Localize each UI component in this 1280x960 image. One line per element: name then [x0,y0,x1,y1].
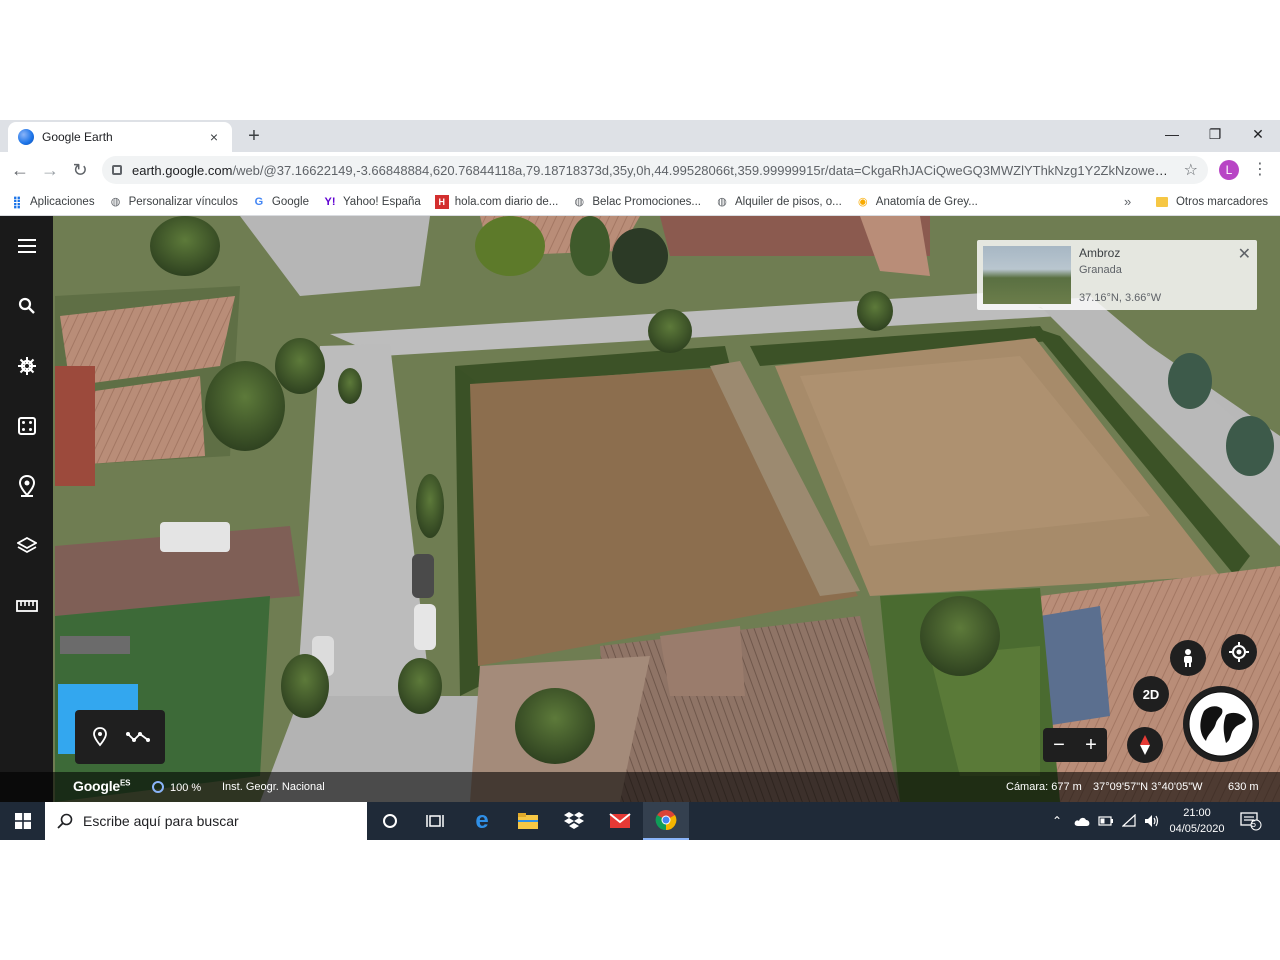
search-placeholder: Escribe aquí para buscar [83,813,239,829]
yahoo-icon: Y! [324,195,336,208]
globe-icon: ◍ [110,195,121,208]
place-name: Ambroz [1079,246,1121,260]
zoom-out-button[interactable]: − [1053,734,1065,757]
chrome-taskbar-icon[interactable] [643,802,689,840]
pegman-street-view-icon[interactable] [1170,640,1206,676]
feeling-lucky-dice-icon[interactable] [12,411,42,441]
loading-progress: 100 % [152,781,201,794]
action-center-icon[interactable]: 5 [1240,802,1262,840]
drawing-toolbar [75,710,165,764]
place-region: Granada [1079,264,1122,276]
tab-title: Google Earth [42,130,113,144]
browser-tab[interactable]: Google Earth × [8,122,232,152]
close-window-button[interactable]: ✕ [1236,120,1280,148]
apps-grid-icon: ⣿ [12,194,22,209]
show-hidden-icons-chevron[interactable]: ⌃ [1052,814,1062,828]
search-icon[interactable] [12,291,42,321]
fan-site-icon: ◉ [857,195,868,208]
zoom-control: − + [1043,728,1107,762]
notification-count: 5 [1251,819,1257,829]
edge-browser-icon[interactable]: e [459,802,505,840]
cortana-circle-icon[interactable] [367,802,413,840]
profile-avatar[interactable]: L [1219,160,1239,180]
voyager-helm-icon[interactable] [12,351,42,381]
toggle-2d-button[interactable]: 2D [1133,676,1169,712]
bookmark-alquiler[interactable]: ◍ Alquiler de pisos, o... [715,195,842,209]
back-arrow-icon[interactable]: ← [8,158,32,182]
bookmark-google[interactable]: G Google [252,195,309,209]
restore-button[interactable]: ❐ [1193,120,1237,148]
bookmark-yahoo[interactable]: Y! Yahoo! España [323,195,420,209]
bookmarks-overflow-chevron[interactable]: » [1124,188,1131,216]
earth-side-toolbar [0,216,53,802]
google-g-icon: G [254,195,264,208]
my-location-icon[interactable] [1221,634,1257,670]
bookmark-belac[interactable]: ◍ Belac Promociones... [572,195,701,209]
earth-3d-view[interactable]: Ambroz Granada 37.16°N, 3.66°W ✕ 2D − + [0,216,1280,802]
dropbox-icon[interactable] [551,802,597,840]
lock-icon [112,165,122,175]
progress-ring-icon [152,781,164,793]
map-style-layers-icon[interactable] [12,531,42,561]
compass-icon[interactable] [1127,727,1163,763]
address-bar[interactable]: earth.google.com/web/@37.16622149,-3.668… [102,156,1208,184]
camera-altitude: Cámara: 677 m [1006,781,1082,793]
volume-icon[interactable] [1144,814,1160,828]
url-text: earth.google.com/web/@37.16622149,-3.668… [132,162,1176,178]
hola-icon: H [434,194,449,209]
draw-line-icon[interactable] [125,724,151,750]
close-card-icon[interactable]: ✕ [1238,244,1251,264]
new-tab-button[interactable]: + [242,124,266,148]
bookmark-aplicaciones[interactable]: ⣿ Aplicaciones [10,194,94,209]
bookmark-anatomia[interactable]: ◉ Anatomía de Grey... [856,195,978,209]
wifi-icon[interactable] [1122,814,1138,828]
bookmark-star-icon[interactable]: ☆ [1184,160,1198,180]
ground-elevation: 630 m [1228,781,1259,793]
task-view-icon[interactable] [412,802,458,840]
windows-start-icon[interactable] [0,802,45,840]
forward-arrow-icon[interactable]: → [38,158,62,182]
tab-close-icon[interactable]: × [206,129,222,145]
onedrive-cloud-icon[interactable] [1074,816,1090,826]
browser-toolbar: ← → ↻ earth.google.com/web/@37.16622149,… [0,152,1280,188]
menu-hamburger-icon[interactable] [12,231,42,261]
minimize-button[interactable]: — [1150,120,1194,148]
place-thumbnail[interactable] [983,246,1071,304]
screenshot: Google Earth × + — ❐ ✕ ← → ↻ earth.googl… [0,120,1280,840]
other-bookmarks[interactable]: Otros marcadores [1155,188,1268,216]
measure-ruler-icon[interactable] [12,591,42,621]
taskbar-clock[interactable]: 21:00 04/05/2020 [1166,805,1228,837]
earth-status-bar: GoogleES 100 % Inst. Geogr. Nacional Cám… [0,772,1280,802]
tab-strip: Google Earth × + — ❐ ✕ [0,120,1280,152]
data-attribution[interactable]: Inst. Geogr. Nacional [222,781,325,793]
browser-menu-icon[interactable]: ⋮ [1250,158,1270,182]
reload-icon[interactable]: ↻ [68,158,92,182]
file-explorer-icon[interactable] [505,802,551,840]
windows-taskbar: Escribe aquí para buscar e ⌃ 21:00 04/05… [0,802,1280,840]
google-logo: GoogleES [73,778,131,794]
globe-icon: ◍ [574,195,585,208]
globe-icon: ◍ [717,195,727,208]
mail-icon[interactable] [597,802,643,840]
place-coords: 37.16°N, 3.66°W [1079,292,1162,304]
zoom-in-button[interactable]: + [1085,734,1097,757]
globe-overview-icon[interactable] [1183,686,1259,762]
folder-icon [1155,197,1168,207]
bookmark-personalizar[interactable]: ◍ Personalizar vínculos [109,195,238,209]
search-icon [57,813,73,829]
google-earth-favicon-icon [18,129,34,145]
place-info-card[interactable]: Ambroz Granada 37.16°N, 3.66°W ✕ [977,240,1257,310]
battery-icon[interactable] [1098,816,1114,826]
cursor-coordinates: 37°09'57"N 3°40'05"W [1093,781,1203,793]
bookmarks-bar: ⣿ Aplicaciones ◍ Personalizar vínculos G… [0,188,1280,216]
system-tray: ⌃ [1052,802,1160,840]
projects-placemark-icon[interactable] [12,471,42,501]
add-placemark-icon[interactable] [87,724,113,750]
bookmark-hola[interactable]: H hola.com diario de... [434,194,558,209]
taskbar-search-input[interactable]: Escribe aquí para buscar [45,802,367,840]
